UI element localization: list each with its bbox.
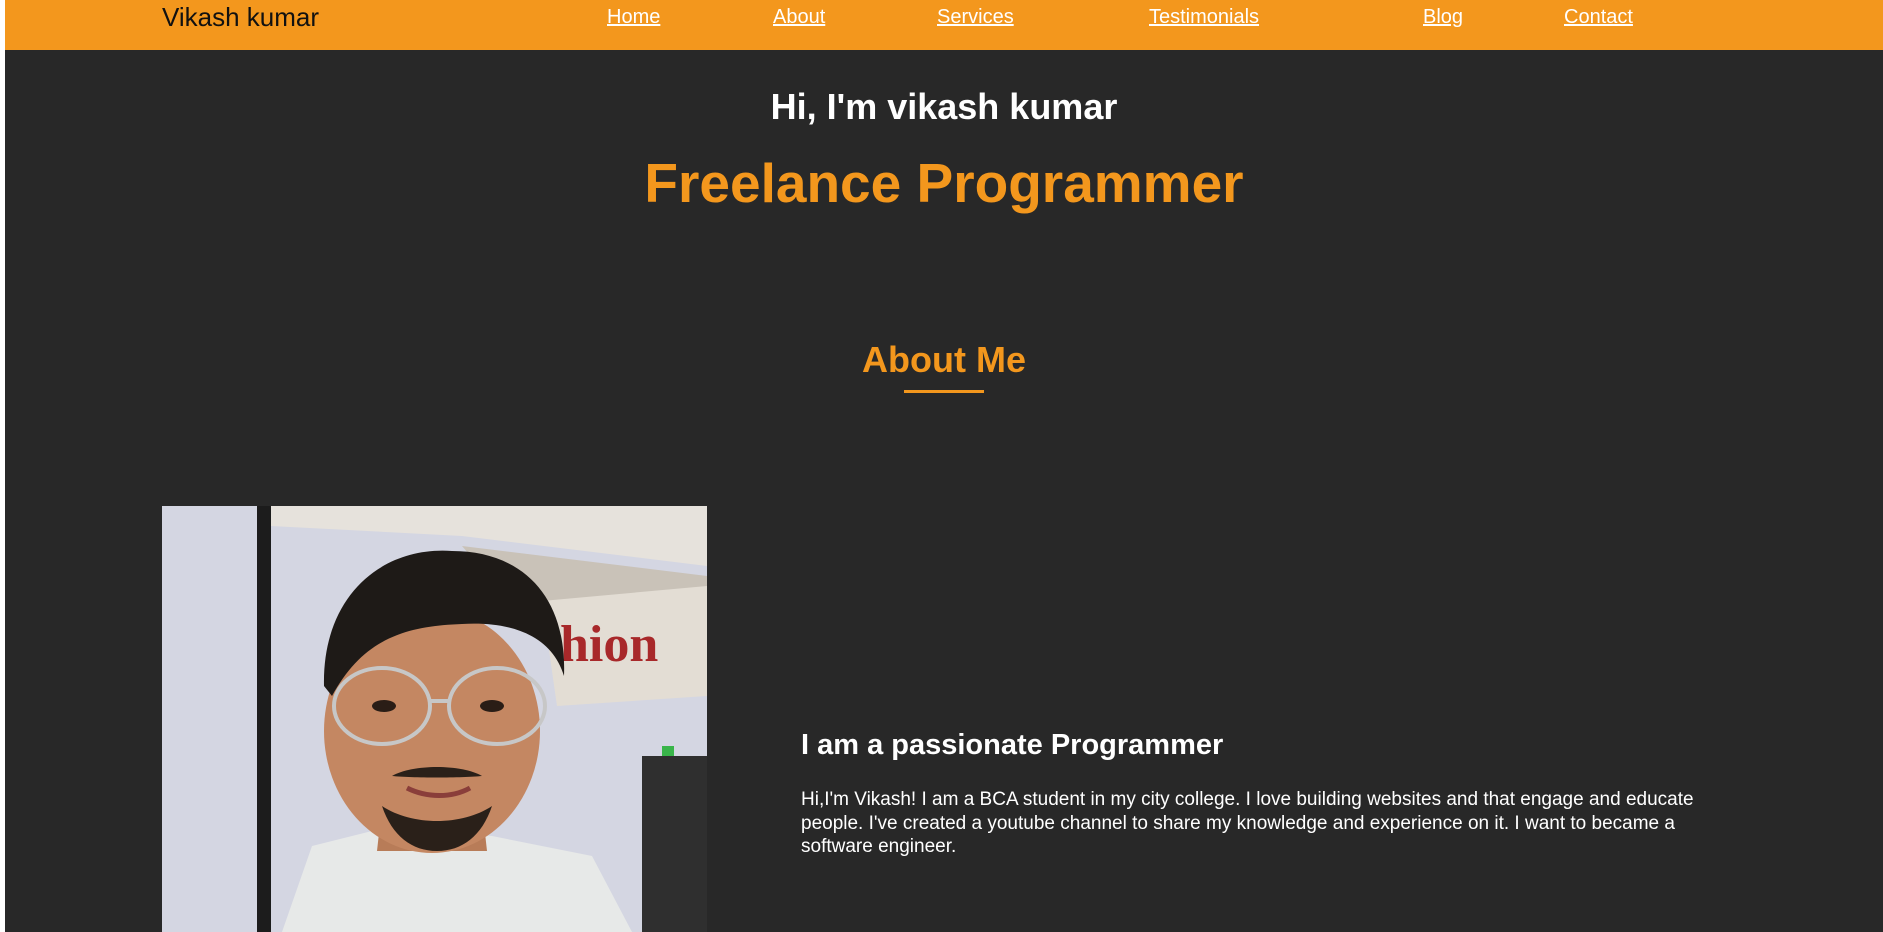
- about-heading: About Me: [862, 339, 1026, 380]
- about-heading-underline: [904, 390, 984, 393]
- nav-link-home[interactable]: Home: [607, 6, 660, 28]
- about-subheading: I am a passionate Programmer: [801, 729, 1224, 761]
- about-description: Hi,I'm Vikash! I am a BCA student in my …: [801, 789, 1694, 857]
- page: Vikash kumar Home About Services Testimo…: [5, 0, 1883, 932]
- brand-name: Vikash kumar: [162, 2, 320, 32]
- nav-link-about[interactable]: About: [773, 6, 825, 28]
- nav-link-blog[interactable]: Blog: [1423, 6, 1463, 28]
- nav-link-contact[interactable]: Contact: [1564, 6, 1633, 28]
- svg-text:hion: hion: [560, 616, 658, 673]
- hero-role: Freelance Programmer: [644, 152, 1244, 214]
- navbar: Vikash kumar Home About Services Testimo…: [5, 0, 1883, 50]
- hero-greeting: Hi, I'm vikash kumar: [770, 86, 1118, 127]
- profile-photo: hion: [162, 506, 707, 932]
- nav-link-services[interactable]: Services: [937, 6, 1014, 28]
- nav-link-testimonials[interactable]: Testimonials: [1149, 6, 1259, 28]
